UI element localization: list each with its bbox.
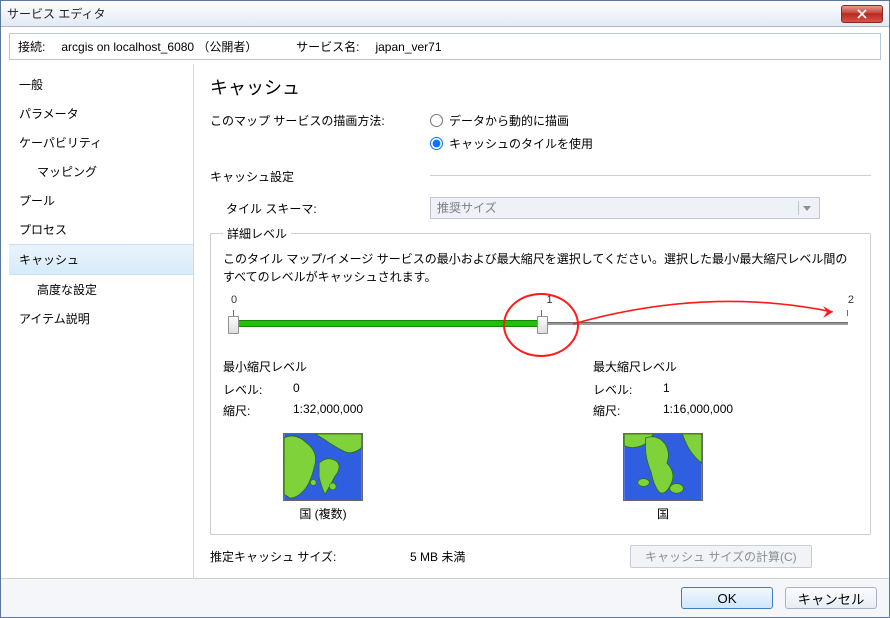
window: サービス エディタ 接続: arcgis on localhost_6080 （… (0, 0, 890, 618)
radio-dynamic-input[interactable] (430, 114, 443, 127)
sidebar-item-label: アイテム説明 (19, 312, 90, 326)
tick-label-2: 2 (848, 294, 854, 306)
service-value: japan_ver71 (375, 40, 441, 54)
max-scale-label: 縮尺: (593, 402, 663, 419)
details-legend: 詳細レベル (223, 225, 291, 242)
main-panel: キャッシュ このマップ サービスの描画方法: データから動的に描画 キャッシュの… (194, 64, 881, 578)
sidebar-item-label: プール (19, 194, 55, 208)
cache-settings-row: キャッシュ設定 (210, 164, 871, 191)
max-map-caption: 国 (657, 505, 669, 522)
details-hint: このタイル マップ/イメージ サービスの最小および最大縮尺を選択してください。選… (223, 250, 858, 286)
tile-schema-select[interactable]: 推奨サイズ (430, 197, 820, 219)
max-scale-column: 最大縮尺レベル レベル:1 縮尺:1:16,000,000 (593, 358, 853, 423)
min-scale-column: 最小縮尺レベル レベル:0 縮尺:1:32,000,000 (223, 358, 483, 423)
body: 一般 パラメータ ケーパビリティ マッピング プール プロセス キャッシュ 高度… (1, 64, 889, 578)
sidebar-item-label: パラメータ (19, 107, 79, 121)
max-level-label: レベル: (593, 381, 663, 398)
sidebar-item-label: ケーパビリティ (19, 136, 102, 150)
radio-tiles-input[interactable] (430, 137, 443, 150)
connection-label: 接続: (18, 38, 45, 55)
map-thumb-icon (623, 433, 703, 501)
separator (430, 175, 871, 176)
min-scale-heading: 最小縮尺レベル (223, 358, 483, 375)
sidebar-item-label: プロセス (19, 223, 67, 237)
draw-method-label: このマップ サービスの描画方法: (210, 112, 430, 129)
close-button[interactable] (841, 5, 883, 23)
titlebar: サービス エディタ (1, 1, 889, 27)
service-label: サービス名: (296, 38, 359, 55)
estimate-row: 推定キャッシュ サイズ: 5 MB 未満 キャッシュ サイズの計算(C) (210, 545, 871, 568)
sidebar-item-pool[interactable]: プール (9, 186, 193, 215)
min-level-label: レベル: (223, 381, 293, 398)
sidebar-item-label: 一般 (19, 78, 43, 92)
calc-cache-size-button[interactable]: キャッシュ サイズの計算(C) (630, 545, 812, 568)
panel-title: キャッシュ (210, 74, 871, 100)
sidebar-item-label: キャッシュ (19, 253, 79, 267)
estimate-value: 5 MB 未満 (410, 548, 630, 565)
min-map-caption: 国 (複数) (299, 505, 346, 522)
max-scale-value: 1:16,000,000 (663, 402, 733, 419)
map-thumb-icon (283, 433, 363, 501)
scale-slider[interactable]: 0 1 2 (223, 292, 858, 350)
cancel-button[interactable]: キャンセル (785, 587, 877, 609)
tile-schema-label: タイル スキーマ: (226, 200, 430, 217)
sidebar-item-label: マッピング (37, 165, 97, 179)
tick-label-0: 0 (231, 294, 237, 306)
min-scale-value: 1:32,000,000 (293, 402, 363, 419)
details-fieldset: 詳細レベル このタイル マップ/イメージ サービスの最小および最大縮尺を選択して… (210, 225, 871, 535)
cache-settings-heading: キャッシュ設定 (210, 168, 430, 185)
slider-thumb-min[interactable] (228, 316, 239, 334)
sidebar-item-mapping[interactable]: マッピング (9, 157, 193, 186)
window-title: サービス エディタ (7, 5, 841, 22)
max-level-value: 1 (663, 381, 670, 398)
chevron-down-icon (803, 206, 811, 211)
sidebar-item-item-desc[interactable]: アイテム説明 (9, 304, 193, 333)
tick-2 (847, 310, 848, 316)
close-icon (857, 9, 867, 19)
connection-value: arcgis on localhost_6080 （公開者） (61, 38, 257, 55)
radio-tiles-label: キャッシュのタイルを使用 (449, 135, 593, 152)
sidebar-item-advanced[interactable]: 高度な設定 (9, 275, 193, 304)
sidebar-item-parameters[interactable]: パラメータ (9, 99, 193, 128)
max-scale-heading: 最大縮尺レベル (593, 358, 853, 375)
map-thumbnails: 国 (複数) 国 (283, 433, 858, 522)
tile-schema-value: 推奨サイズ (437, 201, 497, 215)
sidebar-item-label: 高度な設定 (37, 283, 97, 297)
draw-method-row: このマップ サービスの描画方法: データから動的に描画 キャッシュのタイルを使用 (210, 112, 871, 158)
slider-fill (233, 320, 544, 327)
min-map-thumb: 国 (複数) (283, 433, 363, 522)
min-level-value: 0 (293, 381, 300, 398)
annotation-arrow (571, 300, 845, 330)
sidebar: 一般 パラメータ ケーパビリティ マッピング プール プロセス キャッシュ 高度… (9, 64, 194, 578)
estimate-label: 推定キャッシュ サイズ: (210, 548, 410, 565)
tile-schema-row: タイル スキーマ: 推奨サイズ (226, 197, 871, 219)
ok-button[interactable]: OK (681, 587, 773, 609)
annotation-ellipse (503, 293, 579, 357)
bottom-bar: OK キャンセル (1, 578, 889, 617)
radio-tiles[interactable]: キャッシュのタイルを使用 (430, 135, 593, 152)
sidebar-item-general[interactable]: 一般 (9, 70, 193, 99)
sidebar-item-capabilities[interactable]: ケーパビリティ (9, 128, 193, 157)
draw-method-options: データから動的に描画 キャッシュのタイルを使用 (430, 112, 593, 158)
connection-info-bar: 接続: arcgis on localhost_6080 （公開者） サービス名… (9, 33, 881, 60)
max-map-thumb: 国 (623, 433, 703, 522)
min-scale-label: 縮尺: (223, 402, 293, 419)
radio-dynamic[interactable]: データから動的に描画 (430, 112, 593, 129)
sidebar-item-cache[interactable]: キャッシュ (9, 244, 193, 275)
sidebar-item-process[interactable]: プロセス (9, 215, 193, 244)
scale-columns: 最小縮尺レベル レベル:0 縮尺:1:32,000,000 最大縮尺レベル レベ… (223, 358, 858, 423)
radio-dynamic-label: データから動的に描画 (449, 112, 569, 129)
